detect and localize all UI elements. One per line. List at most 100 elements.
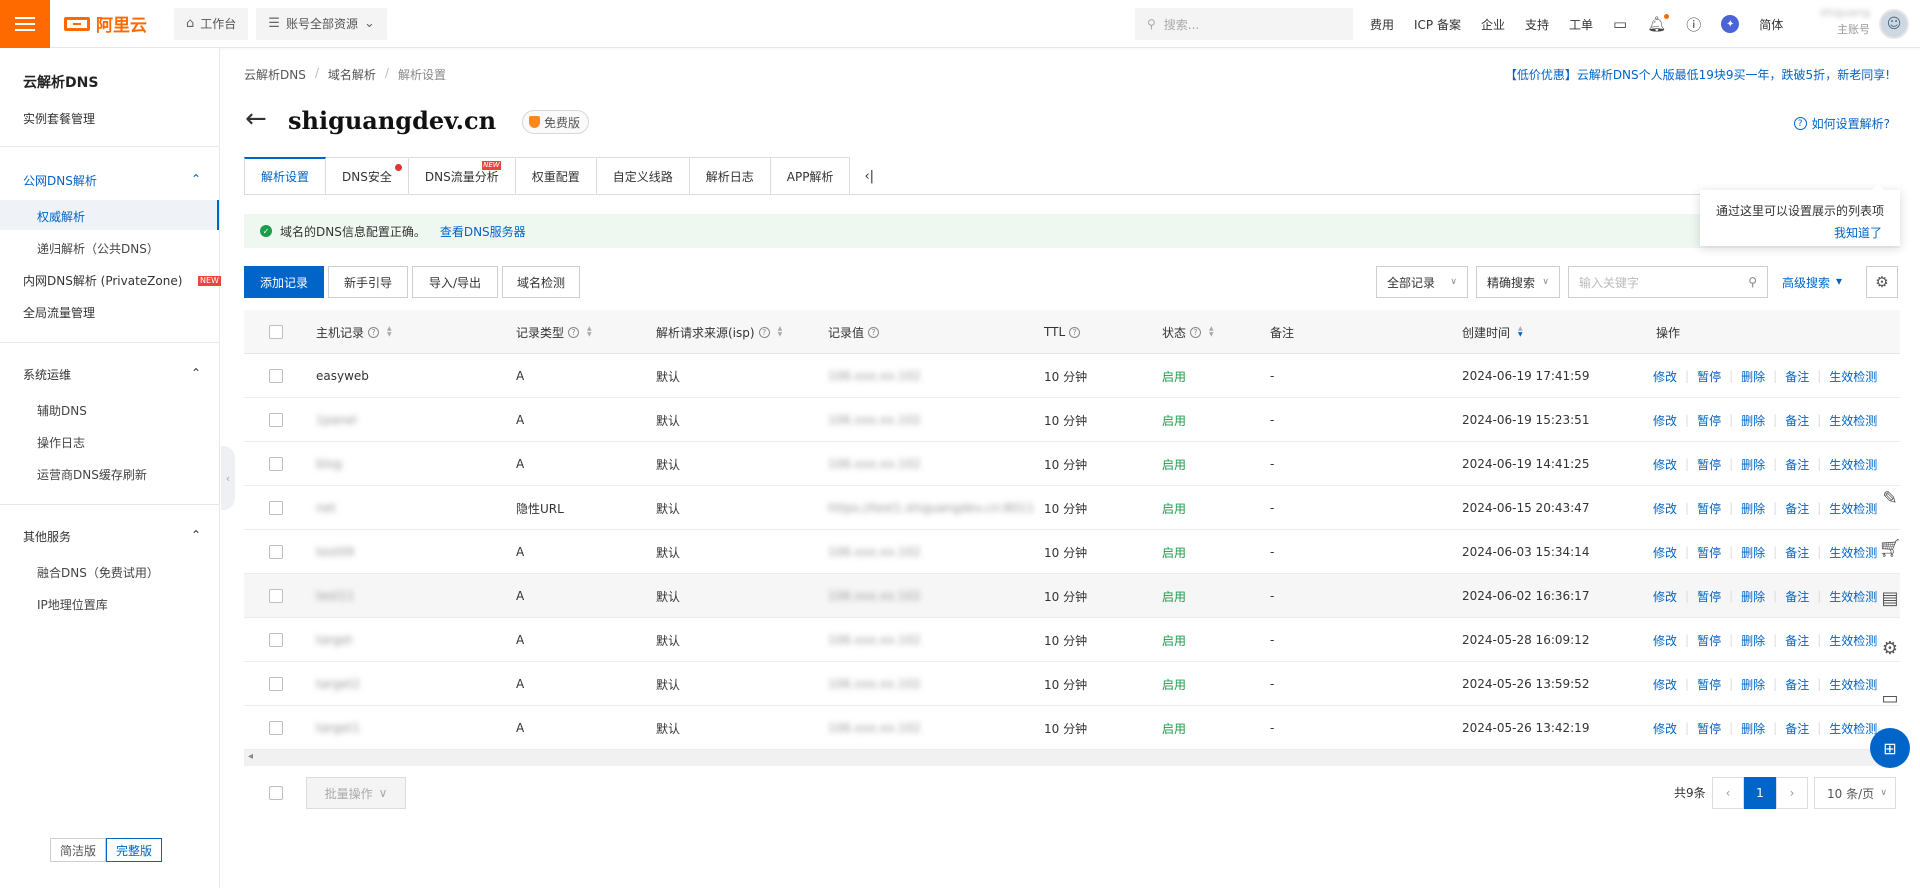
record-filter-select[interactable]: 全部记录 ∨: [1376, 266, 1468, 298]
edit-action[interactable]: 修改: [1653, 544, 1677, 561]
tab-dns-security[interactable]: DNS安全: [326, 157, 409, 195]
row-checkbox[interactable]: [269, 354, 283, 398]
domain-check-button[interactable]: 域名检测: [502, 266, 580, 298]
sidebar-item-operation-log[interactable]: 操作日志: [37, 434, 85, 451]
note-action[interactable]: 备注: [1785, 456, 1809, 473]
pause-action[interactable]: 暂停: [1697, 500, 1721, 517]
sidebar-item-private-zone[interactable]: 内网DNS解析 (PrivateZone): [23, 272, 182, 289]
page-number[interactable]: 1: [1744, 777, 1776, 809]
sidebar-item-ip-geo[interactable]: IP地理位置库: [37, 596, 108, 613]
row-checkbox[interactable]: [269, 486, 283, 530]
tab-traffic-analysis[interactable]: DNS流量分析 NEW: [408, 157, 516, 195]
delete-action[interactable]: 删除: [1741, 544, 1765, 561]
sidebar-group-public-dns[interactable]: 公网DNS解析 ⌃: [23, 172, 201, 189]
page-size-select[interactable]: 10 条/页 ∨: [1814, 777, 1896, 809]
delete-action[interactable]: 删除: [1741, 500, 1765, 517]
workbench-button[interactable]: ⌂ 工作台: [174, 7, 249, 40]
edit-action[interactable]: 修改: [1653, 676, 1677, 693]
chat-icon[interactable]: ▭: [1870, 678, 1910, 718]
edit-action[interactable]: 修改: [1653, 368, 1677, 385]
scroll-left-icon[interactable]: ◂: [248, 751, 253, 762]
delete-action[interactable]: 删除: [1741, 632, 1765, 649]
sidebar-collapse-handle[interactable]: ‹: [221, 446, 235, 510]
menu-icon[interactable]: [0, 0, 50, 48]
note-action[interactable]: 备注: [1785, 720, 1809, 737]
column-status[interactable]: 状态? ▲ ▼: [1162, 310, 1214, 354]
link-icp[interactable]: ICP 备案: [1414, 16, 1461, 33]
edit-action[interactable]: 修改: [1653, 412, 1677, 429]
settings-icon[interactable]: ⚙: [1870, 628, 1910, 668]
horizontal-scrollbar[interactable]: ◂: [244, 750, 1900, 766]
edit-action[interactable]: 修改: [1653, 456, 1677, 473]
assistant-icon[interactable]: ✦: [1721, 15, 1740, 33]
help-icon[interactable]: ⓘ: [1686, 14, 1701, 35]
howto-link[interactable]: ? 如何设置解析?: [1793, 115, 1890, 132]
column-host[interactable]: 主机记录? ▲ ▼: [316, 310, 392, 354]
terminal-icon[interactable]: ▭: [1613, 15, 1627, 33]
promo-link[interactable]: 【低价优惠】云解析DNS个人版最低19块9买一年，跌破5折，新老同享!: [1505, 66, 1890, 83]
sidebar-item-secondary-dns[interactable]: 辅助DNS: [37, 402, 87, 419]
row-checkbox[interactable]: [269, 442, 283, 486]
tab-weight[interactable]: 权重配置: [515, 157, 597, 195]
note-action[interactable]: 备注: [1785, 500, 1809, 517]
sidebar-item-recursive[interactable]: 递归解析（公共DNS）: [37, 240, 159, 257]
search-mode-select[interactable]: 精确搜索 ∨: [1476, 266, 1560, 298]
keyword-search-input[interactable]: 输入关键字 ⚲: [1568, 266, 1768, 298]
sidebar-item-authoritative[interactable]: 权威解析: [37, 208, 85, 225]
tab-custom-line[interactable]: 自定义线路: [596, 157, 690, 195]
sidebar-item-instance[interactable]: 实例套餐管理: [23, 110, 95, 127]
verify-action[interactable]: 生效检测: [1829, 412, 1877, 429]
verify-action[interactable]: 生效检测: [1829, 368, 1877, 385]
row-checkbox[interactable]: [269, 574, 283, 618]
note-action[interactable]: 备注: [1785, 368, 1809, 385]
tab-dns-settings[interactable]: 解析设置: [244, 157, 327, 195]
sidebar-item-fusion-dns[interactable]: 融合DNS（免费试用）: [37, 564, 159, 581]
note-action[interactable]: 备注: [1785, 412, 1809, 429]
next-page-button[interactable]: ›: [1776, 777, 1808, 809]
delete-action[interactable]: 删除: [1741, 720, 1765, 737]
prev-page-button[interactable]: ‹: [1712, 777, 1744, 809]
avatar[interactable]: ☺: [1879, 9, 1909, 39]
column-isp[interactable]: 解析请求来源(isp)? ▲ ▼: [656, 310, 782, 354]
simple-version-button[interactable]: 简洁版: [50, 838, 107, 862]
sidebar-item-global-traffic[interactable]: 全局流量管理: [23, 304, 95, 321]
tip-dismiss-button[interactable]: 我知道了: [1834, 224, 1882, 241]
guide-button[interactable]: 新手引导: [328, 266, 408, 298]
note-action[interactable]: 备注: [1785, 676, 1809, 693]
collapse-tabs-icon[interactable]: ‹|: [850, 157, 888, 195]
account-info[interactable]: shiguang 主账号: [1790, 4, 1870, 38]
note-action[interactable]: 备注: [1785, 544, 1809, 561]
document-icon[interactable]: ▤: [1870, 578, 1910, 618]
advanced-search-button[interactable]: 高级搜索 ▾: [1782, 274, 1842, 291]
edit-icon[interactable]: ✎: [1870, 478, 1910, 518]
delete-action[interactable]: 删除: [1741, 368, 1765, 385]
sidebar-item-cache-refresh[interactable]: 运营商DNS缓存刷新: [37, 466, 147, 483]
note-action[interactable]: 备注: [1785, 588, 1809, 605]
edit-action[interactable]: 修改: [1653, 720, 1677, 737]
pause-action[interactable]: 暂停: [1697, 588, 1721, 605]
back-arrow-icon[interactable]: ←: [245, 106, 267, 132]
view-dns-servers-link[interactable]: 查看DNS服务器: [440, 223, 526, 240]
verify-action[interactable]: 生效检测: [1829, 456, 1877, 473]
select-all-checkbox[interactable]: [269, 310, 283, 354]
delete-action[interactable]: 删除: [1741, 588, 1765, 605]
language-switch[interactable]: 简体: [1759, 16, 1783, 33]
row-checkbox[interactable]: [269, 530, 283, 574]
note-action[interactable]: 备注: [1785, 632, 1809, 649]
tab-resolve-log[interactable]: 解析日志: [689, 157, 771, 195]
pause-action[interactable]: 暂停: [1697, 676, 1721, 693]
pause-action[interactable]: 暂停: [1697, 632, 1721, 649]
tab-app-resolve[interactable]: APP解析: [770, 157, 851, 195]
sidebar-group-ops[interactable]: 系统运维 ⌃: [23, 366, 201, 383]
full-version-button[interactable]: 完整版: [106, 838, 163, 862]
breadcrumb-item[interactable]: 域名解析: [328, 66, 376, 83]
footer-select-all-checkbox[interactable]: [269, 786, 283, 800]
row-checkbox[interactable]: [269, 618, 283, 662]
batch-actions-button[interactable]: 批量操作 ∨: [306, 777, 406, 809]
resources-dropdown[interactable]: ☰ 账号全部资源 ⌄: [256, 7, 387, 40]
pause-action[interactable]: 暂停: [1697, 456, 1721, 473]
sidebar-group-other[interactable]: 其他服务 ⌃: [23, 528, 201, 545]
column-created[interactable]: 创建时间 ▲ ▼: [1462, 310, 1523, 354]
import-export-button[interactable]: 导入/导出: [412, 266, 498, 298]
delete-action[interactable]: 删除: [1741, 456, 1765, 473]
